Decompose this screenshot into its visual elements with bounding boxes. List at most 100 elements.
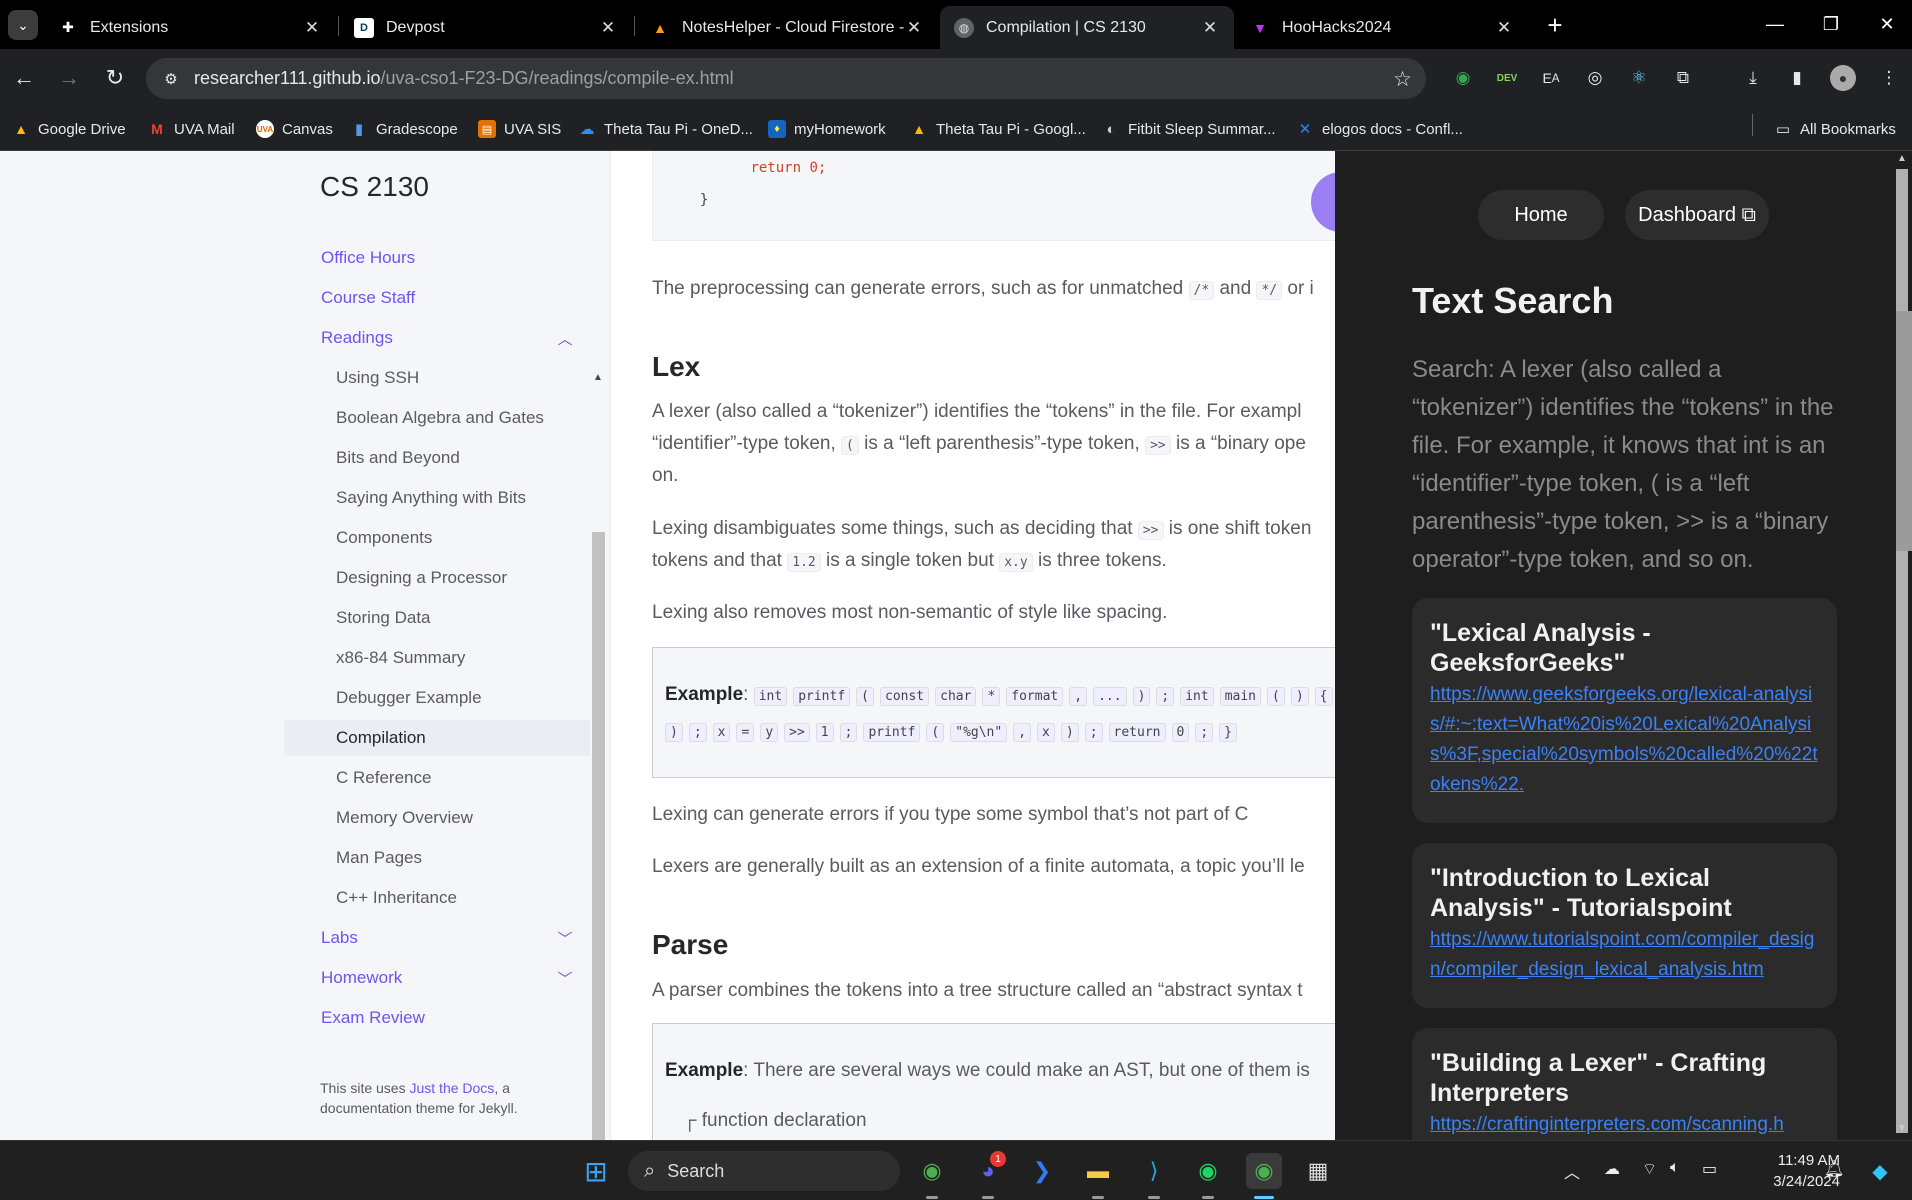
lexing-disambiguates-line1: Lexing disambiguates some things, such a… xyxy=(652,513,1311,547)
parse-heading[interactable]: Parse xyxy=(652,929,728,961)
bookmark-gradescope[interactable]: ▮ Gradescope xyxy=(350,117,458,141)
all-bookmarks-button[interactable]: ▭ All Bookmarks xyxy=(1774,117,1896,141)
bookmark-star-icon[interactable]: ☆ xyxy=(1393,67,1412,92)
result-link[interactable]: https://craftinginterpreters.com/scannin… xyxy=(1430,1110,1819,1140)
close-icon[interactable]: ✕ xyxy=(1200,18,1220,38)
tab-compilation[interactable]: ◍ Compilation | CS 2130 ✕ xyxy=(940,6,1234,49)
chrome-taskbar-icon[interactable]: ◉ xyxy=(914,1153,950,1189)
close-icon[interactable]: ✕ xyxy=(302,18,322,38)
sidebar-item-saying-anything[interactable]: Saying Anything with Bits xyxy=(284,480,590,516)
url-text[interactable]: researcher111.github.io/uva-cso1-F23-DG/… xyxy=(194,68,734,89)
sidebar-item-man-pages[interactable]: Man Pages xyxy=(284,840,590,876)
sidebar-item-debugger-example[interactable]: Debugger Example xyxy=(284,680,590,716)
sidebar-item-using-ssh[interactable]: Using SSH xyxy=(284,360,590,396)
chevron-up-icon[interactable]: ︿ xyxy=(556,328,574,348)
sidebar-item-bits-and-beyond[interactable]: Bits and Beyond xyxy=(284,440,590,476)
bookmark-canvas[interactable]: UVA Canvas xyxy=(256,117,333,141)
sidebar-item-compilation[interactable]: Compilation xyxy=(284,720,590,756)
menu-icon[interactable]: ⋮ xyxy=(1876,65,1902,91)
page-scrollbar-thumb[interactable] xyxy=(1896,311,1912,551)
file-explorer-taskbar-icon[interactable]: ▬ xyxy=(1080,1153,1116,1189)
sidebar-item-labs[interactable]: Labs ﹀ xyxy=(284,920,590,956)
spotify-taskbar-icon[interactable]: ◉ xyxy=(1190,1153,1226,1189)
bookmark-uva-sis[interactable]: ▤ UVA SIS xyxy=(478,117,561,141)
tab-devpost[interactable]: D Devpost ✕ xyxy=(340,6,632,49)
site-info-icon[interactable]: ⚙ xyxy=(160,68,182,90)
sidebar-item-cpp-inheritance[interactable]: C++ Inheritance xyxy=(284,880,590,916)
tab-noteshelper[interactable]: ▲ NotesHelper - Cloud Firestore - ✕ xyxy=(636,6,938,49)
sidebar-item-components[interactable]: Components xyxy=(284,520,590,556)
target-extension-icon[interactable]: ◎ xyxy=(1582,65,1608,91)
close-icon[interactable]: ✕ xyxy=(598,18,618,38)
site-title[interactable]: CS 2130 xyxy=(320,171,429,203)
chevron-down-icon[interactable]: ﹀ xyxy=(556,968,574,988)
sidebar-item-exam-review[interactable]: Exam Review xyxy=(284,1000,590,1036)
taskbar-search[interactable]: ⌕ Search xyxy=(628,1151,900,1191)
sidebar-item-course-staff[interactable]: Course Staff xyxy=(284,280,590,316)
avatar[interactable]: ● xyxy=(1830,65,1856,91)
close-icon[interactable]: ✕ xyxy=(904,18,924,38)
tab-hoohacks[interactable]: ▼ HooHacks2024 ✕ xyxy=(1236,6,1528,49)
grammarly-extension-icon[interactable]: ◉ xyxy=(1450,65,1476,91)
sidebar-item-office-hours[interactable]: Office Hours xyxy=(284,240,590,276)
download-icon[interactable]: ⤓ xyxy=(1740,65,1766,91)
chrome-active-taskbar-icon[interactable]: ◉ xyxy=(1246,1153,1282,1189)
side-panel-icon[interactable]: ▮ xyxy=(1784,65,1810,91)
bookmark-myhomework[interactable]: ♦ myHomework xyxy=(768,117,886,141)
sidebar-item-readings[interactable]: Readings ︿ xyxy=(284,320,590,356)
sidebar-item-storing-data[interactable]: Storing Data xyxy=(284,600,590,636)
volume-icon[interactable]: 🔈︎ xyxy=(1670,1159,1680,1177)
scroll-up-icon[interactable]: ▲ xyxy=(593,372,603,383)
bookmark-google-drive-thetatau[interactable]: ▲ Theta Tau Pi - Googl... xyxy=(910,117,1086,141)
sidebar-scrollbar[interactable]: ▲ ▼ xyxy=(590,372,607,1140)
vscode-taskbar-icon[interactable]: ⟩ xyxy=(1136,1153,1172,1189)
close-window-button[interactable]: ✕ xyxy=(1864,8,1910,40)
start-button[interactable]: ⊞ xyxy=(578,1153,614,1189)
just-the-docs-link[interactable]: Just the Docs xyxy=(409,1080,494,1096)
copilot-icon[interactable]: ◆ xyxy=(1862,1153,1898,1189)
scroll-down-icon[interactable]: ▼ xyxy=(1897,1123,1907,1134)
bookmark-onedrive[interactable]: ☁ Theta Tau Pi - OneD... xyxy=(578,117,753,141)
translate-extension-icon[interactable]: EA xyxy=(1538,65,1564,91)
dev-extension-icon[interactable]: DEV xyxy=(1494,65,1520,91)
forward-button[interactable]: → xyxy=(52,61,86,95)
bookmark-google-drive[interactable]: ▲ Google Drive xyxy=(12,117,125,141)
snipping-tool-taskbar-icon[interactable]: ▦ xyxy=(1300,1153,1336,1189)
powershell-taskbar-icon[interactable]: ❯ xyxy=(1024,1153,1060,1189)
tab-extensions[interactable]: ✚ Extensions ✕ xyxy=(44,6,336,49)
sidebar-item-boolean-algebra[interactable]: Boolean Algebra and Gates xyxy=(284,400,590,436)
back-button[interactable]: ← xyxy=(7,61,41,95)
minimize-button[interactable]: — xyxy=(1752,8,1798,40)
wifi-icon[interactable]: ⌔ xyxy=(1642,1159,1657,1179)
lex-heading[interactable]: Lex xyxy=(652,351,700,383)
sidebar-item-x86-summary[interactable]: x86-84 Summary xyxy=(284,640,590,676)
scrollbar-thumb[interactable] xyxy=(592,532,605,1140)
panel-scrollbar[interactable]: ▲ ▼ xyxy=(1877,151,1912,1140)
bookmark-fitbit[interactable]: ◐ Fitbit Sleep Summar... xyxy=(1102,117,1275,141)
bookmark-confluence[interactable]: ✕ elogos docs - Confl... xyxy=(1296,117,1463,141)
onedrive-tray-icon[interactable]: ☁ xyxy=(1604,1159,1620,1179)
bookmark-uva-mail[interactable]: M UVA Mail xyxy=(148,117,234,141)
home-button[interactable]: Home xyxy=(1478,190,1604,240)
chevron-down-icon[interactable]: ﹀ xyxy=(556,928,574,948)
text: is three tokens. xyxy=(1037,550,1167,571)
tray-chevron-icon[interactable]: ︿ xyxy=(1564,1159,1580,1183)
sidebar-item-memory-overview[interactable]: Memory Overview xyxy=(284,800,590,836)
sidebar-item-homework[interactable]: Homework ﹀ xyxy=(284,960,590,996)
scroll-up-icon[interactable]: ▲ xyxy=(1897,153,1907,164)
result-link[interactable]: https://www.geeksforgeeks.org/lexical-an… xyxy=(1430,680,1819,800)
battery-icon[interactable]: ▭ xyxy=(1702,1159,1717,1179)
reload-button[interactable]: ↻ xyxy=(98,61,132,95)
new-tab-button[interactable]: + xyxy=(1540,10,1570,40)
notification-bell-icon[interactable]: 🔔︎ xyxy=(1824,1159,1844,1179)
address-bar[interactable]: ⚙ researcher111.github.io/uva-cso1-F23-D… xyxy=(146,58,1426,99)
dashboard-button[interactable]: Dashboard ⧉ xyxy=(1625,190,1769,240)
extensions-puzzle-icon[interactable]: ⧉ xyxy=(1670,65,1696,91)
sidebar-item-c-reference[interactable]: C Reference xyxy=(284,760,590,796)
restore-button[interactable]: ❐ xyxy=(1808,8,1854,40)
react-devtools-icon[interactable]: ⚛ xyxy=(1626,65,1652,91)
tab-search-button[interactable]: ⌄ xyxy=(8,10,38,40)
sidebar-item-designing-processor[interactable]: Designing a Processor xyxy=(284,560,590,596)
close-icon[interactable]: ✕ xyxy=(1494,18,1514,38)
result-link[interactable]: https://www.tutorialspoint.com/compiler_… xyxy=(1430,925,1819,985)
